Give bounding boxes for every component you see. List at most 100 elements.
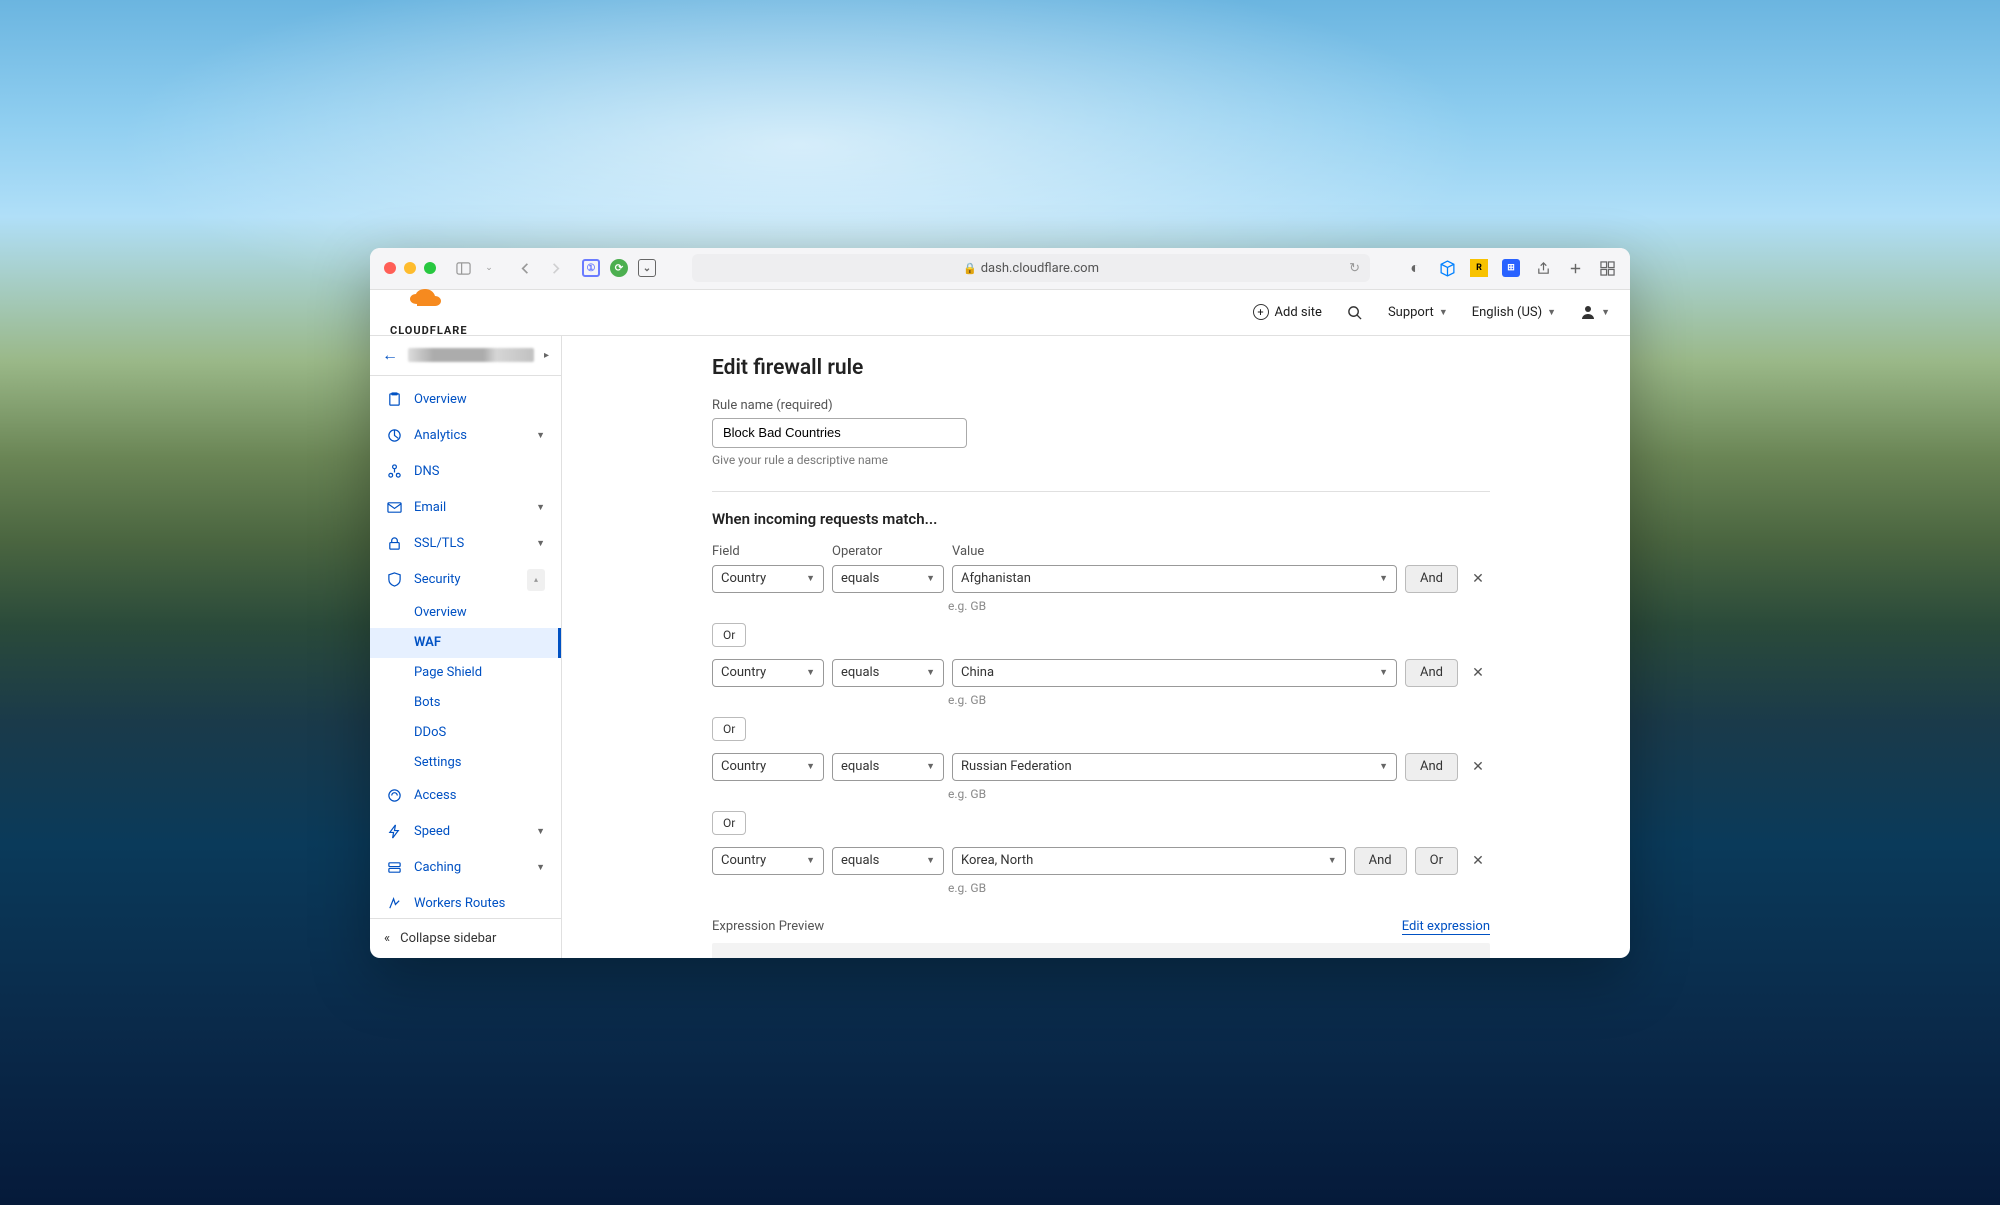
sidebar-item-ssl[interactable]: SSL/TLS ▼ (370, 526, 561, 562)
subnav-page-shield[interactable]: Page Shield (370, 658, 561, 688)
edit-expression-link[interactable]: Edit expression (1402, 919, 1490, 935)
and-button[interactable]: And (1405, 659, 1458, 687)
search-icon[interactable] (1346, 303, 1364, 321)
caret-down-icon: ▼ (806, 573, 815, 584)
url-bar[interactable]: 🔒 dash.cloudflare.com ↻ (692, 254, 1370, 282)
add-site-button[interactable]: + Add site (1253, 304, 1322, 320)
access-icon (386, 788, 402, 804)
remove-row-button[interactable]: ✕ (1466, 565, 1490, 593)
match-section-title: When incoming requests match... (712, 510, 1490, 528)
caret-down-icon: ▼ (1379, 573, 1388, 584)
tabs-overview-icon[interactable] (1598, 259, 1616, 277)
extension-pocket-icon[interactable]: ⌄ (638, 259, 656, 277)
forward-button[interactable] (546, 259, 564, 277)
subnav-bots[interactable]: Bots (370, 688, 561, 718)
and-button[interactable]: And (1354, 847, 1407, 875)
dns-icon (386, 464, 402, 480)
subnav-overview[interactable]: Overview (370, 598, 561, 628)
field-select[interactable]: Country▼ (712, 659, 824, 687)
or-button[interactable]: Or (1415, 847, 1458, 875)
caret-down-icon: ▼ (1379, 667, 1388, 678)
operator-select[interactable]: equals▼ (832, 753, 944, 781)
back-arrow-icon[interactable]: ← (382, 345, 398, 365)
chevron-down-icon[interactable]: ⌄ (480, 259, 498, 277)
sidebar-item-workers[interactable]: Workers Routes (370, 886, 561, 918)
value-select[interactable]: Korea, North▼ (952, 847, 1346, 875)
sidebar-item-dns[interactable]: DNS (370, 454, 561, 490)
or-connector[interactable]: Or (712, 717, 746, 741)
sidebar: ← ▸ Overview Analytics ▼ DNS (370, 336, 562, 958)
nav-label: Security (414, 572, 461, 587)
sidebar-item-email[interactable]: Email ▼ (370, 490, 561, 526)
caret-down-icon: ▼ (806, 667, 815, 678)
sidebar-toggle-icon[interactable] (454, 259, 472, 277)
site-selector[interactable]: ← ▸ (370, 336, 561, 376)
support-dropdown[interactable]: Support ▼ (1388, 305, 1448, 320)
sidebar-item-caching[interactable]: Caching ▼ (370, 850, 561, 886)
collapse-section-icon[interactable]: ▴ (527, 569, 545, 591)
caret-down-icon: ▼ (926, 761, 935, 772)
value-hint: e.g. GB (948, 881, 1490, 895)
operator-select[interactable]: equals▼ (832, 659, 944, 687)
value-select[interactable]: China▼ (952, 659, 1397, 687)
extension-r-icon[interactable]: R (1470, 259, 1488, 277)
value-select[interactable]: Afghanistan▼ (952, 565, 1397, 593)
rule-name-input[interactable] (712, 418, 967, 448)
sidebar-item-overview[interactable]: Overview (370, 382, 561, 418)
extension-green-icon[interactable]: ⟳ (610, 259, 628, 277)
sidebar-item-security[interactable]: Security ▴ (370, 562, 561, 598)
field-select[interactable]: Country▼ (712, 565, 824, 593)
rule-row: Country▼ equals▼ Russian Federation▼ And… (712, 753, 1490, 781)
and-button[interactable]: And (1405, 565, 1458, 593)
browser-titlebar: ⌄ ① ⟳ ⌄ 🔒 dash.cloudflare.com ↻ ◐ R ⊞ (370, 248, 1630, 290)
sidebar-item-access[interactable]: Access (370, 778, 561, 814)
new-tab-icon[interactable] (1566, 259, 1584, 277)
extension-blue-icon[interactable]: ⊞ (1502, 259, 1520, 277)
sidebar-item-speed[interactable]: Speed ▼ (370, 814, 561, 850)
remove-row-button[interactable]: ✕ (1466, 847, 1490, 875)
col-operator: Operator (832, 544, 944, 559)
value-hint: e.g. GB (948, 599, 1490, 613)
lock-icon (386, 536, 402, 552)
expression-preview-label: Expression Preview (712, 919, 824, 934)
nav-label: SSL/TLS (414, 536, 464, 551)
rule-name-hint: Give your rule a descriptive name (712, 453, 1490, 467)
add-site-label: Add site (1275, 305, 1322, 320)
cloudflare-logo[interactable]: CLOUDFLARE (390, 288, 468, 337)
close-window-button[interactable] (384, 262, 396, 274)
nav-label: Overview (414, 392, 467, 407)
operator-select[interactable]: equals▼ (832, 565, 944, 593)
shield-toolbar-icon[interactable]: ◐ (1406, 259, 1424, 277)
sidebar-item-analytics[interactable]: Analytics ▼ (370, 418, 561, 454)
minimize-window-button[interactable] (404, 262, 416, 274)
nav-label: DNS (414, 464, 440, 479)
extension-1password-icon[interactable]: ① (582, 259, 600, 277)
remove-row-button[interactable]: ✕ (1466, 659, 1490, 687)
language-dropdown[interactable]: English (US) ▼ (1472, 305, 1556, 320)
subnav-waf[interactable]: WAF (370, 628, 561, 658)
operator-select[interactable]: equals▼ (832, 847, 944, 875)
or-connector[interactable]: Or (712, 811, 746, 835)
field-select[interactable]: Country▼ (712, 847, 824, 875)
maximize-window-button[interactable] (424, 262, 436, 274)
and-button[interactable]: And (1405, 753, 1458, 781)
account-dropdown[interactable]: ▼ (1580, 304, 1610, 320)
extension-cube-icon[interactable] (1438, 259, 1456, 277)
field-select[interactable]: Country▼ (712, 753, 824, 781)
drive-icon (386, 860, 402, 876)
refresh-icon[interactable]: ↻ (1349, 261, 1360, 276)
caret-down-icon: ▼ (1439, 307, 1448, 318)
chevron-right-icon: ▸ (544, 350, 549, 361)
value-select[interactable]: Russian Federation▼ (952, 753, 1397, 781)
remove-row-button[interactable]: ✕ (1466, 753, 1490, 781)
share-icon[interactable] (1534, 259, 1552, 277)
divider (712, 491, 1490, 492)
back-button[interactable] (516, 259, 534, 277)
collapse-sidebar-button[interactable]: « Collapse sidebar (370, 918, 561, 958)
plus-circle-icon: + (1253, 304, 1269, 320)
or-connector[interactable]: Or (712, 623, 746, 647)
col-field: Field (712, 544, 824, 559)
subnav-ddos[interactable]: DDoS (370, 718, 561, 748)
subnav-settings[interactable]: Settings (370, 748, 561, 778)
shield-icon (386, 572, 402, 588)
